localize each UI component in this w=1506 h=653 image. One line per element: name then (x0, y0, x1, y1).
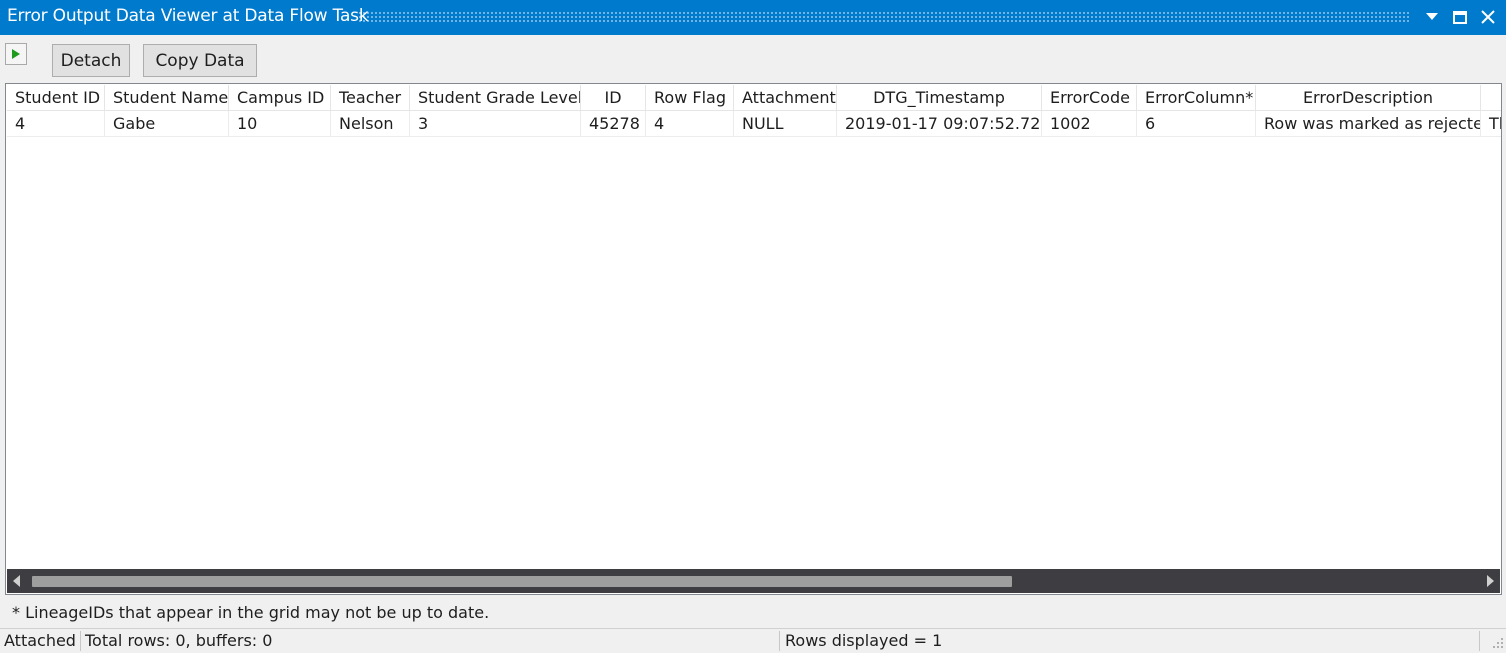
grid-header-row: Student ID Student Name Campus ID Teache… (7, 85, 1501, 111)
scroll-left-icon[interactable] (13, 575, 21, 587)
scrollbar-thumb[interactable] (32, 576, 1012, 587)
cell-dtg-timestamp[interactable]: 2019-01-17 09:07:52.723 (837, 111, 1042, 137)
column-header-teacher[interactable]: Teacher (331, 85, 410, 111)
play-icon (12, 49, 20, 59)
status-attached: Attached (4, 631, 76, 650)
data-grid[interactable]: Student ID Student Name Campus ID Teache… (5, 83, 1502, 595)
cell-student-name[interactable]: Gabe (105, 111, 229, 137)
column-header-error-code[interactable]: ErrorCode (1042, 85, 1137, 111)
copy-data-button[interactable]: Copy Data (143, 44, 257, 77)
column-header-truncated[interactable] (1481, 85, 1501, 111)
table-row[interactable]: 4 Gabe 10 Nelson 3 45278 4 NULL 2019-01-… (7, 111, 1501, 137)
title-bar: Error Output Data Viewer at Data Flow Ta… (0, 0, 1506, 35)
cell-campus-id[interactable]: 10 (229, 111, 331, 137)
column-header-student-name[interactable]: Student Name (105, 85, 229, 111)
column-header-id[interactable]: ID (581, 85, 646, 111)
title-bar-grip[interactable] (358, 11, 1410, 22)
lineage-footnote: * LineageIDs that appear in the grid may… (12, 603, 490, 622)
cell-teacher[interactable]: Nelson (331, 111, 410, 137)
column-header-campus-id[interactable]: Campus ID (229, 85, 331, 111)
cell-student-grade-level[interactable]: 3 (410, 111, 581, 137)
detach-button[interactable]: Detach (52, 44, 130, 77)
horizontal-scrollbar[interactable] (7, 569, 1500, 593)
status-separator (80, 631, 81, 651)
status-separator (1479, 631, 1480, 651)
status-total-rows: Total rows: 0, buffers: 0 (85, 631, 273, 650)
close-icon[interactable] (1476, 5, 1500, 29)
window-title: Error Output Data Viewer at Data Flow Ta… (7, 6, 369, 26)
column-header-attachment[interactable]: Attachment (734, 85, 837, 111)
column-header-dtg-timestamp[interactable]: DTG_Timestamp (837, 85, 1042, 111)
chevron-down-icon[interactable] (1420, 5, 1444, 29)
column-header-student-id[interactable]: Student ID (7, 85, 105, 111)
status-bar: Attached Total rows: 0, buffers: 0 Rows … (0, 628, 1506, 651)
cell-attachment[interactable]: NULL (734, 111, 837, 137)
toolbar: Detach Copy Data (0, 35, 1506, 81)
cell-error-code[interactable]: 1002 (1042, 111, 1137, 137)
scroll-right-icon[interactable] (1486, 575, 1494, 587)
cell-row-flag[interactable]: 4 (646, 111, 734, 137)
size-grip-icon[interactable] (1492, 637, 1504, 649)
column-header-student-grade-level[interactable]: Student Grade Level (410, 85, 581, 111)
cell-student-id[interactable]: 4 (7, 111, 105, 137)
column-header-error-description[interactable]: ErrorDescription (1256, 85, 1481, 111)
status-rows-displayed: Rows displayed = 1 (785, 631, 943, 650)
cell-error-column[interactable]: 6 (1137, 111, 1256, 137)
cell-id[interactable]: 45278 (581, 111, 646, 137)
status-separator (779, 631, 780, 651)
cell-error-description[interactable]: Row was marked as rejected. (1256, 111, 1481, 137)
column-header-error-column[interactable]: ErrorColumn* (1137, 85, 1256, 111)
maximize-icon[interactable] (1448, 5, 1472, 29)
play-button[interactable] (5, 43, 27, 65)
column-header-row-flag[interactable]: Row Flag (646, 85, 734, 111)
cell-truncated[interactable]: Tl (1481, 111, 1501, 137)
